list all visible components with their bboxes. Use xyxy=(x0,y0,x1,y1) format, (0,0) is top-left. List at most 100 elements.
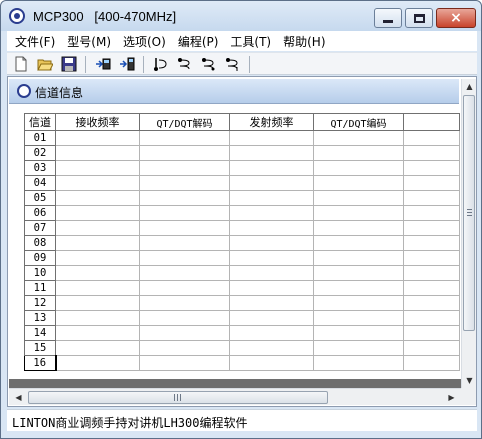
grid-cell[interactable] xyxy=(139,280,230,296)
grid-cell[interactable] xyxy=(313,310,404,326)
grid-cell[interactable] xyxy=(55,310,140,326)
grid-cell[interactable] xyxy=(55,175,140,191)
scroll-up-icon[interactable]: ▲ xyxy=(462,79,477,94)
grid-cell[interactable] xyxy=(313,340,404,356)
row-header-channel[interactable]: 12 xyxy=(24,295,56,311)
row-header-channel[interactable]: 04 xyxy=(24,175,56,191)
write-to-radio-icon[interactable] xyxy=(119,56,135,72)
horizontal-scrollbar[interactable]: ◀ ▶ xyxy=(9,388,461,405)
grid-cell[interactable] xyxy=(403,310,460,326)
row-header-channel[interactable]: 14 xyxy=(24,325,56,341)
grid-cell[interactable] xyxy=(139,130,230,146)
row-header-channel[interactable]: 09 xyxy=(24,250,56,266)
grid-cell[interactable] xyxy=(229,325,314,341)
column-header-channel[interactable]: 信道 xyxy=(24,113,56,131)
grid-cell[interactable] xyxy=(229,280,314,296)
grid-cell[interactable] xyxy=(229,205,314,221)
grid-cell[interactable] xyxy=(403,250,460,266)
grid-cell[interactable] xyxy=(313,130,404,146)
grid-cell[interactable] xyxy=(139,355,230,371)
grid-cell[interactable] xyxy=(229,295,314,311)
grid-cell[interactable] xyxy=(229,265,314,281)
radio-tool-3-icon[interactable] xyxy=(201,56,217,72)
grid-cell[interactable] xyxy=(139,175,230,191)
grid-cell[interactable] xyxy=(403,175,460,191)
grid-cell[interactable] xyxy=(229,190,314,206)
vertical-scroll-thumb[interactable] xyxy=(463,95,475,331)
grid-cell[interactable] xyxy=(139,220,230,236)
row-header-channel[interactable]: 16 xyxy=(24,355,57,371)
grid-cell[interactable] xyxy=(229,175,314,191)
radio-tool-1-icon[interactable] xyxy=(153,56,169,72)
new-file-icon[interactable] xyxy=(13,56,29,72)
radio-tool-4-icon[interactable] xyxy=(225,56,241,72)
maximize-button[interactable] xyxy=(405,8,433,28)
grid-cell[interactable] xyxy=(55,190,140,206)
row-header-channel[interactable]: 03 xyxy=(24,160,56,176)
row-header-channel[interactable]: 08 xyxy=(24,235,56,251)
grid-cell[interactable] xyxy=(403,130,460,146)
grid-cell[interactable] xyxy=(403,325,460,341)
row-header-channel[interactable]: 05 xyxy=(24,190,56,206)
grid-cell[interactable] xyxy=(55,340,140,356)
grid-cell[interactable] xyxy=(313,190,404,206)
grid-cell[interactable] xyxy=(313,235,404,251)
save-disk-icon[interactable] xyxy=(61,56,77,72)
grid-cell[interactable] xyxy=(55,280,140,296)
grid-cell[interactable] xyxy=(403,220,460,236)
column-header-qt-dqt-encode[interactable]: QT/DQT编码 xyxy=(313,113,404,131)
grid-cell[interactable] xyxy=(313,355,404,371)
row-header-channel[interactable]: 06 xyxy=(24,205,56,221)
menu-options[interactable]: 选项(O) xyxy=(117,33,172,50)
grid-cell[interactable] xyxy=(229,340,314,356)
grid-cell[interactable] xyxy=(55,160,140,176)
grid-cell[interactable] xyxy=(55,130,140,146)
row-header-channel[interactable]: 15 xyxy=(24,340,56,356)
grid-cell[interactable] xyxy=(139,205,230,221)
grid-cell[interactable] xyxy=(403,340,460,356)
grid-cell[interactable] xyxy=(229,145,314,161)
grid-cell[interactable] xyxy=(229,310,314,326)
scroll-right-icon[interactable]: ▶ xyxy=(444,390,459,405)
grid-cell[interactable] xyxy=(313,280,404,296)
close-button[interactable]: × xyxy=(436,8,476,28)
grid-cell[interactable] xyxy=(229,160,314,176)
grid-cell[interactable] xyxy=(403,355,460,371)
grid-cell[interactable] xyxy=(313,265,404,281)
column-header-tx-frequency[interactable]: 发射频率 xyxy=(229,113,314,131)
column-header-qt-dqt-decode[interactable]: QT/DQT解码 xyxy=(139,113,230,131)
grid-cell[interactable] xyxy=(139,295,230,311)
grid-cell[interactable] xyxy=(139,340,230,356)
grid-cell[interactable] xyxy=(313,145,404,161)
menu-tools[interactable]: 工具(T) xyxy=(224,33,277,50)
grid-cell[interactable] xyxy=(403,205,460,221)
row-header-channel[interactable]: 11 xyxy=(24,280,56,296)
grid-cell[interactable] xyxy=(139,310,230,326)
grid-cell[interactable] xyxy=(229,130,314,146)
title-bar[interactable]: MCP300 [400-470MHz] × xyxy=(1,1,481,31)
grid-cell[interactable] xyxy=(55,325,140,341)
open-folder-icon[interactable] xyxy=(37,56,53,72)
grid-cell[interactable] xyxy=(313,205,404,221)
grid-cell[interactable] xyxy=(55,145,140,161)
grid-cell[interactable] xyxy=(55,235,140,251)
grid-cell[interactable] xyxy=(55,220,140,236)
radio-tool-2-icon[interactable] xyxy=(177,56,193,72)
grid-cell[interactable] xyxy=(403,265,460,281)
scroll-down-icon[interactable]: ▼ xyxy=(462,373,477,388)
app-icon[interactable] xyxy=(9,8,25,24)
grid-cell[interactable] xyxy=(313,295,404,311)
grid-cell[interactable] xyxy=(139,325,230,341)
grid-cell[interactable] xyxy=(313,325,404,341)
menu-help[interactable]: 帮助(H) xyxy=(277,33,331,50)
scroll-left-icon[interactable]: ◀ xyxy=(11,390,26,405)
grid-cell[interactable] xyxy=(313,250,404,266)
grid-cell[interactable] xyxy=(139,160,230,176)
column-header-rx-frequency[interactable]: 接收频率 xyxy=(55,113,140,131)
grid-cell[interactable] xyxy=(313,160,404,176)
grid-cell[interactable] xyxy=(55,265,140,281)
read-from-radio-icon[interactable] xyxy=(95,56,111,72)
grid-cell[interactable] xyxy=(229,235,314,251)
grid-cell[interactable] xyxy=(139,235,230,251)
grid-cell[interactable] xyxy=(139,265,230,281)
